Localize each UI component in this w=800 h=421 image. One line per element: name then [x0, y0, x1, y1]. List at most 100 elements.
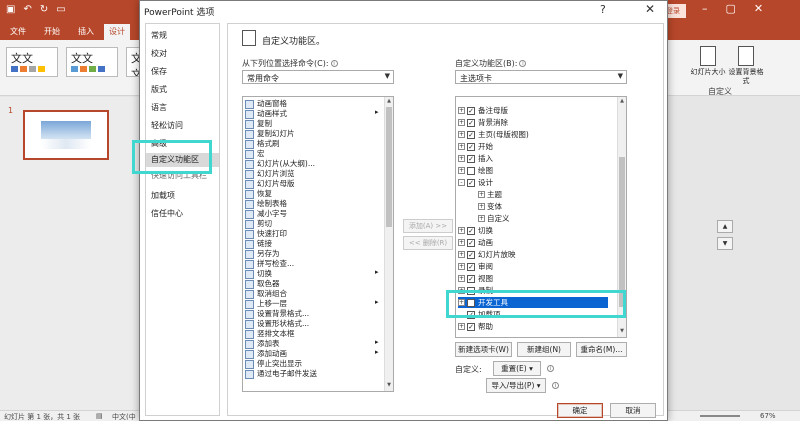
tree-item[interactable]: + ✓ 开始: [458, 141, 493, 152]
expand-icon[interactable]: +: [458, 227, 465, 234]
close-window-icon[interactable]: ✕: [754, 2, 763, 15]
expand-icon[interactable]: +: [458, 323, 465, 330]
format-background-button[interactable]: 设置背景格式: [728, 46, 764, 86]
ok-button[interactable]: 确定: [557, 403, 603, 418]
zoom-slider[interactable]: [700, 415, 740, 417]
list-item[interactable]: 动画窗格: [245, 98, 287, 109]
slide-size-button[interactable]: 幻灯片大小: [690, 46, 726, 77]
expand-icon[interactable]: +: [478, 215, 485, 222]
list-item[interactable]: 链接: [245, 238, 272, 249]
list-item[interactable]: 取色器: [245, 278, 280, 289]
expand-icon[interactable]: +: [458, 107, 465, 114]
checkbox[interactable]: ✓: [467, 310, 475, 319]
list-item[interactable]: 添加动画 ▸: [245, 348, 379, 359]
maximize-icon[interactable]: ▢: [726, 2, 736, 15]
tree-item[interactable]: + 绘图: [458, 165, 493, 176]
checkbox[interactable]: ✓: [467, 226, 475, 235]
list-item[interactable]: 切换 ▸: [245, 268, 379, 279]
expand-icon[interactable]: +: [458, 299, 465, 306]
zoom-level[interactable]: 67%: [760, 412, 776, 420]
nav-item[interactable]: 轻松访问: [151, 120, 183, 131]
checkbox[interactable]: ✓: [467, 178, 475, 187]
list-item[interactable]: 上移一层 ▸: [245, 298, 379, 309]
move-up-button[interactable]: ▲: [717, 220, 733, 233]
commands-scrollbar[interactable]: ▲ ▼: [384, 97, 393, 391]
new-tab-button[interactable]: 新建选项卡(W): [455, 342, 512, 357]
tabs-type-select[interactable]: 主选项卡 ▼: [455, 70, 627, 84]
nav-item[interactable]: 快速访问工具栏: [151, 170, 207, 181]
checkbox[interactable]: [467, 298, 475, 307]
tree-item[interactable]: + ✓ 切换: [458, 225, 493, 236]
checkbox[interactable]: ✓: [467, 142, 475, 151]
minimize-icon[interactable]: –: [702, 2, 708, 15]
expand-icon[interactable]: +: [478, 191, 485, 198]
checkbox[interactable]: ✓: [467, 118, 475, 127]
tree-item[interactable]: + ✓ 动画: [458, 237, 493, 248]
undo-icon[interactable]: ↶: [23, 4, 31, 15]
remove-button[interactable]: << 删除(R): [403, 236, 453, 250]
list-item[interactable]: 拼写检查...: [245, 258, 294, 269]
tree-item[interactable]: + ✓ 审阅: [458, 261, 493, 272]
close-icon[interactable]: ✕: [645, 2, 655, 16]
collapse-icon[interactable]: -: [458, 179, 465, 186]
ribbon-tree[interactable]: + ✓ 备注母版 + ✓ 背景消除 + ✓ 主页(母版视图) + ✓ 开始 + ✓ 插入 + 绘图 -…: [455, 96, 627, 338]
nav-item[interactable]: 保存: [151, 66, 167, 77]
tree-item[interactable]: + ✓ 视图: [458, 273, 493, 284]
tab-file[interactable]: 文件: [10, 26, 26, 37]
list-item[interactable]: 复制幻灯片: [245, 128, 295, 139]
scroll-down-icon[interactable]: ▼: [618, 328, 626, 336]
list-item[interactable]: 幻灯片母版: [245, 178, 295, 189]
cancel-button[interactable]: 取消: [610, 403, 656, 418]
commands-list[interactable]: 动画窗格 动画样式 ▸ 复制 复制幻灯片 格式刷 宏 幻灯片(从大纲)... 幻灯…: [242, 96, 394, 392]
tree-item[interactable]: + ✓ 插入: [458, 153, 493, 164]
list-item[interactable]: 幻灯片(从大纲)...: [245, 158, 315, 169]
tree-item[interactable]: + 主题: [478, 189, 502, 200]
list-item[interactable]: 恢复: [245, 188, 272, 199]
tree-item[interactable]: - ✓ 设计: [458, 177, 493, 188]
add-button[interactable]: 添加(A) >>: [403, 219, 453, 233]
expand-icon[interactable]: +: [478, 203, 485, 210]
scroll-thumb[interactable]: [386, 107, 392, 227]
list-item[interactable]: 格式刷: [245, 138, 280, 149]
list-item[interactable]: 绘制表格: [245, 198, 287, 209]
tree-item[interactable]: + ✓ 幻灯片放映: [458, 249, 516, 260]
list-item[interactable]: 减小字号: [245, 208, 287, 219]
list-item[interactable]: 复制: [245, 118, 272, 129]
checkbox[interactable]: [467, 166, 475, 175]
tree-item[interactable]: + ✓ 背景消除: [458, 117, 508, 128]
list-item[interactable]: 剪切: [245, 218, 272, 229]
move-down-button[interactable]: ▼: [717, 237, 733, 250]
checkbox[interactable]: ✓: [467, 322, 475, 331]
scroll-up-icon[interactable]: ▲: [618, 98, 626, 106]
nav-item-customize-ribbon[interactable]: 自定义功能区: [146, 153, 219, 167]
nav-item[interactable]: 校对: [151, 48, 167, 59]
checkbox[interactable]: ✓: [467, 154, 475, 163]
language-status[interactable]: 中文(中: [112, 412, 136, 421]
tree-item[interactable]: + ✓ 主页(母版视图): [458, 129, 529, 140]
expand-icon[interactable]: +: [458, 131, 465, 138]
ribbon-tree-scrollbar[interactable]: ▲ ▼: [617, 97, 626, 337]
theme-thumbnail[interactable]: 文文: [6, 47, 58, 77]
expand-icon[interactable]: +: [458, 239, 465, 246]
nav-item[interactable]: 版式: [151, 84, 167, 95]
nav-item[interactable]: 信任中心: [151, 208, 183, 219]
expand-icon[interactable]: +: [458, 167, 465, 174]
list-item[interactable]: 取消组合: [245, 288, 287, 299]
tab-insert[interactable]: 插入: [78, 26, 94, 37]
checkbox[interactable]: ✓: [467, 274, 475, 283]
tree-item[interactable]: + 自定义: [478, 213, 510, 224]
checkbox[interactable]: ✓: [467, 130, 475, 139]
list-item[interactable]: 停止突出显示: [245, 358, 302, 369]
checkbox[interactable]: ✓: [467, 262, 475, 271]
expand-icon[interactable]: +: [458, 155, 465, 162]
nav-item[interactable]: 加载项: [151, 190, 175, 201]
expand-icon[interactable]: +: [458, 275, 465, 282]
list-item[interactable]: 设置形状格式...: [245, 318, 309, 329]
tab-home[interactable]: 开始: [44, 26, 60, 37]
list-item[interactable]: 添加表 ▸: [245, 338, 379, 349]
expand-icon[interactable]: +: [458, 119, 465, 126]
reset-button[interactable]: 重置(E) ▾: [493, 361, 541, 376]
rename-button[interactable]: 重命名(M)...: [576, 342, 627, 357]
help-icon[interactable]: ?: [600, 3, 606, 16]
tree-item[interactable]: ✓ 加载项: [467, 309, 501, 320]
